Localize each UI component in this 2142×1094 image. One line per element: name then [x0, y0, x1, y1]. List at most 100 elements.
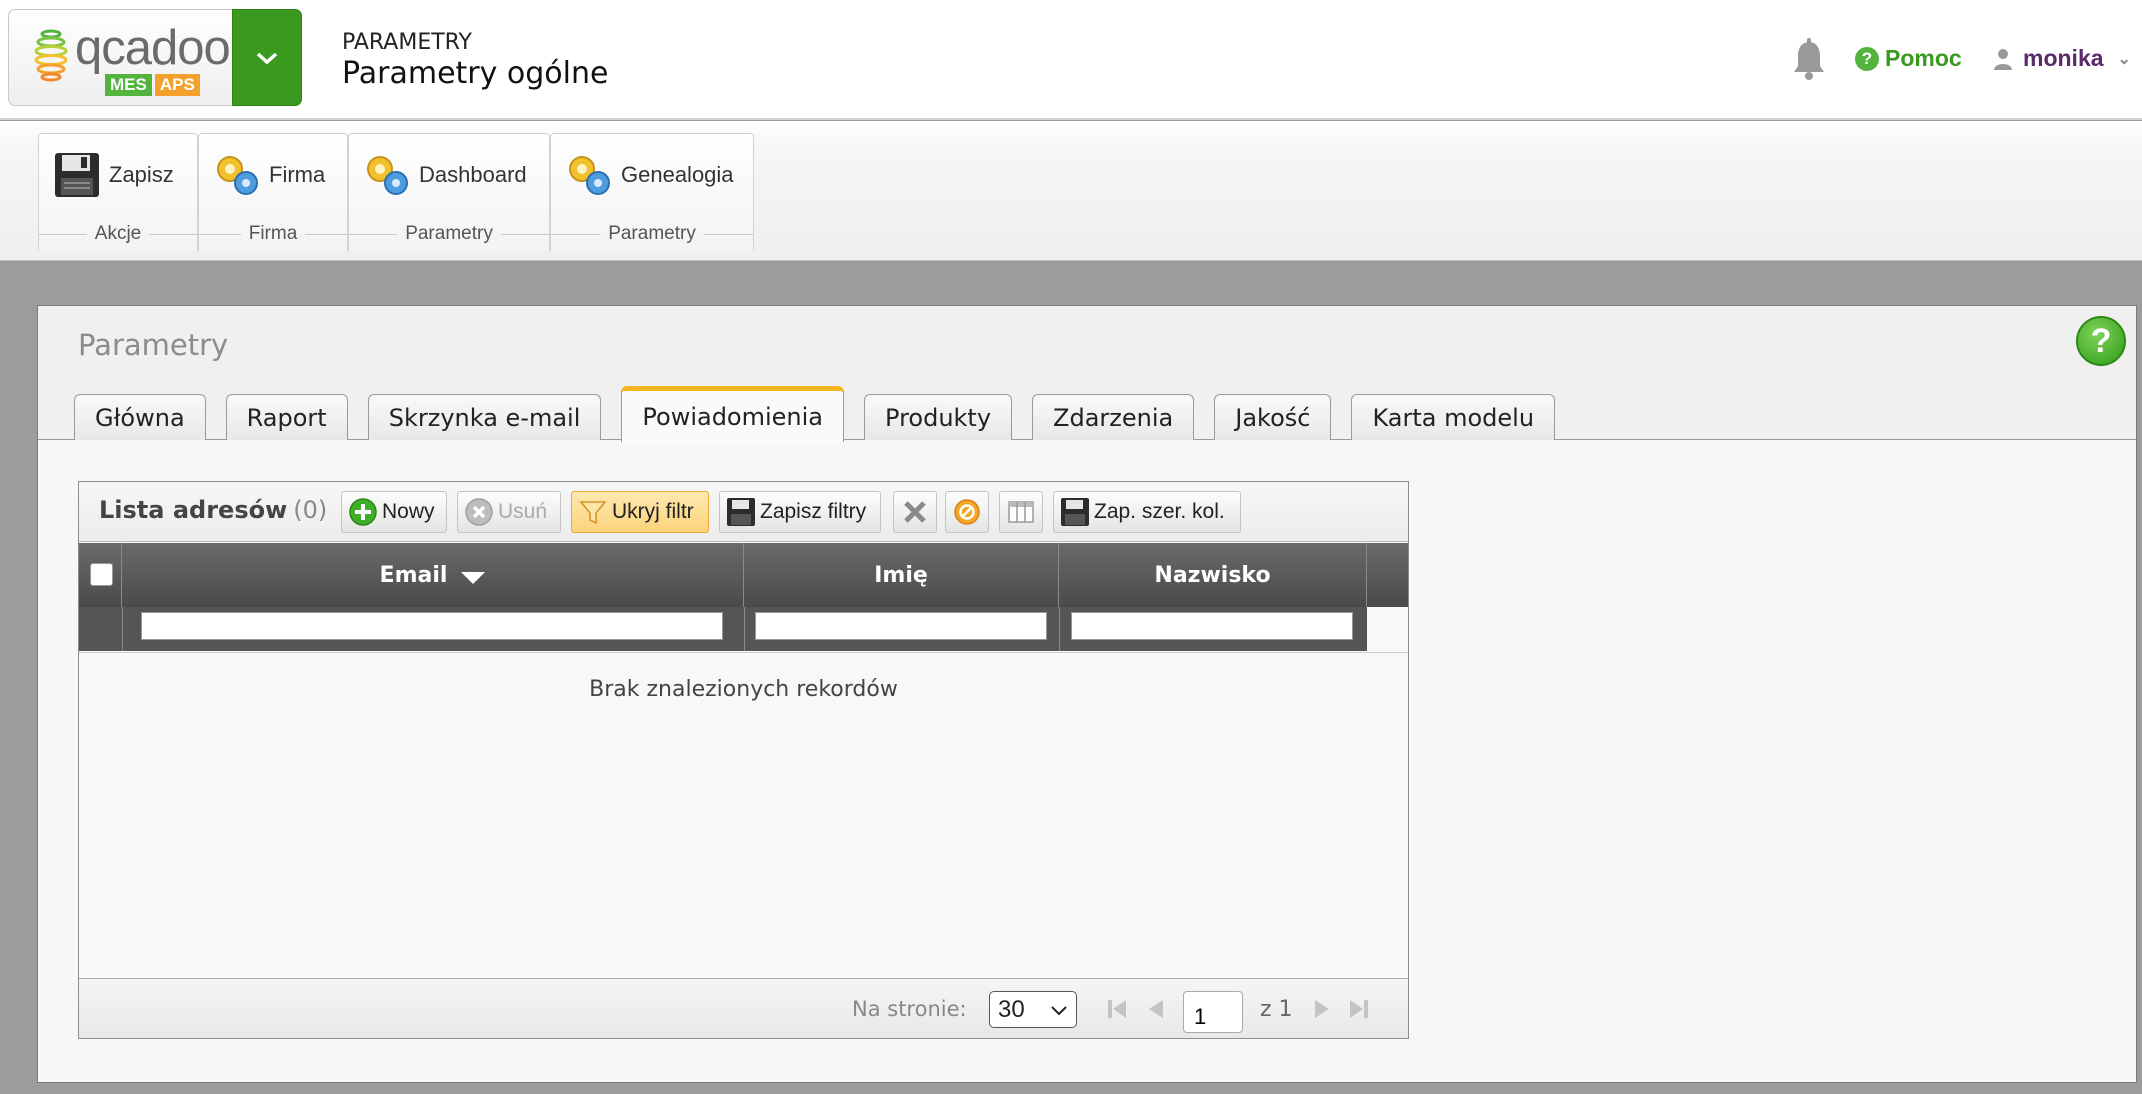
tab-powiadomienia[interactable]: Powiadomienia — [621, 386, 845, 442]
address-list-grid: Lista adresów (0) Nowy Usuń Ukryj filtr … — [78, 481, 1409, 1039]
save-filters-label: Zapisz filtry — [760, 500, 867, 523]
help-label: Pomoc — [1885, 45, 1962, 71]
page-title: Parametry ogólne — [342, 56, 609, 91]
panel-title: Parametry — [78, 328, 229, 362]
caret-down-icon: ⌄ — [2117, 50, 2131, 68]
grid-header-row: Email Imię Nazwisko — [79, 543, 1408, 607]
parameters-panel: Parametry ? Główna Raport Skrzynka e-mai… — [37, 305, 2137, 1083]
top-header: qcadoo MES APS PARAMETRY Parametry ogóln… — [0, 0, 2142, 120]
page-number-input[interactable] — [1183, 991, 1243, 1033]
ribbon-group-dashboard: Dashboard Parametry — [348, 133, 550, 251]
per-page-label: Na stronie: — [852, 997, 967, 1021]
first-page-icon[interactable] — [1105, 997, 1129, 1021]
delete-icon — [465, 498, 493, 526]
cancel-circle-icon — [954, 499, 980, 525]
gears-icon — [569, 156, 610, 195]
previous-page-icon[interactable] — [1143, 997, 1167, 1021]
close-icon — [904, 501, 926, 523]
email-filter-input[interactable] — [141, 612, 723, 640]
user-icon — [1994, 48, 2012, 70]
question-icon: ? — [1855, 46, 1879, 71]
new-label: Nowy — [382, 500, 435, 523]
panel-header: Parametry ? Główna Raport Skrzynka e-mai… — [38, 306, 2136, 442]
select-all-cell — [79, 543, 122, 607]
tab-zdarzenia[interactable]: Zdarzenia — [1032, 394, 1195, 440]
floppy-icon — [1061, 498, 1089, 526]
filter-icon — [579, 501, 607, 525]
select-all-checkbox[interactable] — [90, 563, 113, 586]
tab-karta-modelu[interactable]: Karta modelu — [1351, 394, 1556, 440]
sort-desc-icon — [461, 572, 486, 584]
column-header-email-label: Email — [379, 562, 448, 588]
column-divider — [1059, 607, 1060, 651]
delete-button[interactable]: Usuń — [457, 491, 561, 533]
page-total: z 1 — [1260, 997, 1293, 1022]
tab-skrzynka-email[interactable]: Skrzynka e-mail — [367, 394, 602, 440]
ribbon-group-genealogy: Genealogia Parametry — [550, 133, 754, 251]
help-link[interactable]: ? Pomoc — [1855, 45, 1962, 72]
grid-footer: Na stronie: 30 z 1 — [79, 978, 1408, 1038]
bell-icon[interactable] — [1791, 38, 1827, 82]
last-page-icon[interactable] — [1347, 997, 1371, 1021]
user-name: monika — [2023, 45, 2104, 71]
tab-glowna[interactable]: Główna — [74, 394, 206, 440]
genealogy-button[interactable]: Genealogia — [565, 150, 734, 200]
chevron-down-icon — [1051, 1005, 1067, 1015]
tab-jakosc[interactable]: Jakość — [1214, 394, 1332, 440]
imie-filter-input[interactable] — [755, 612, 1047, 640]
column-divider — [744, 607, 745, 651]
ribbon-group-actions: Zapisz Akcje — [38, 133, 198, 251]
clear-filter-button[interactable] — [893, 491, 937, 533]
new-button[interactable]: Nowy — [341, 491, 447, 533]
grid-caption: Lista adresów (0) — [99, 496, 327, 524]
chevron-down-icon — [256, 52, 278, 64]
hide-filter-button[interactable]: Ukryj filtr — [571, 491, 709, 533]
grid-record-count: (0) — [293, 496, 328, 524]
reset-button[interactable] — [945, 491, 989, 533]
columns-icon — [1008, 501, 1034, 523]
ribbon-group-company: Firma Firma — [198, 133, 348, 251]
company-label: Firma — [269, 162, 326, 187]
main-menu-toggle-button[interactable] — [232, 9, 302, 106]
grid-filter-row — [79, 607, 1408, 651]
nazwisko-filter-input[interactable] — [1071, 612, 1353, 640]
floppy-icon — [55, 153, 99, 197]
panel-help-icon[interactable]: ? — [2076, 316, 2126, 366]
dashboard-button[interactable]: Dashboard — [363, 150, 527, 200]
company-button[interactable]: Firma — [213, 150, 325, 200]
save-button[interactable]: Zapisz — [53, 150, 174, 200]
save-filters-button[interactable]: Zapisz filtry — [719, 491, 881, 533]
column-header-email[interactable]: Email — [122, 543, 744, 607]
dashboard-label: Dashboard — [419, 162, 527, 187]
save-label: Zapisz — [109, 162, 174, 187]
next-page-icon[interactable] — [1311, 997, 1335, 1021]
tab-raport[interactable]: Raport — [225, 394, 348, 440]
per-page-select[interactable]: 30 — [989, 991, 1077, 1028]
ribbon-group-label: Parametry — [349, 223, 549, 245]
per-page-value: 30 — [998, 995, 1025, 1023]
empty-message: Brak znalezionych rekordów — [589, 677, 898, 702]
save-column-width-label: Zap. szer. kol. — [1094, 500, 1225, 523]
grid-toolbar: Lista adresów (0) Nowy Usuń Ukryj filtr … — [79, 482, 1408, 542]
add-icon — [349, 498, 377, 526]
columns-button[interactable] — [999, 491, 1043, 533]
column-header-imie[interactable]: Imię — [744, 543, 1059, 607]
gears-icon — [367, 156, 408, 195]
floppy-icon — [727, 498, 755, 526]
logo-tags: MES APS — [105, 74, 200, 96]
page-section: PARAMETRY — [342, 30, 472, 55]
ribbon-toolbar: Zapisz Akcje Firma Firma Dashboard Param… — [0, 121, 2142, 261]
logo-mark-icon — [34, 29, 68, 82]
hide-filter-label: Ukryj filtr — [612, 500, 694, 523]
logo-tag-mes: MES — [105, 74, 152, 96]
tab-produkty[interactable]: Produkty — [864, 394, 1013, 440]
column-header-nazwisko[interactable]: Nazwisko — [1059, 543, 1367, 607]
logo-tag-aps: APS — [154, 74, 200, 96]
filter-row-spacer — [1367, 607, 1408, 651]
app-logo[interactable]: qcadoo MES APS — [8, 9, 234, 106]
save-column-width-button[interactable]: Zap. szer. kol. — [1053, 491, 1241, 533]
ribbon-group-label: Parametry — [551, 223, 753, 245]
user-menu[interactable]: monika ⌄ — [1993, 45, 2131, 72]
grid-caption-label: Lista adresów — [99, 496, 288, 524]
ribbon-group-label: Firma — [199, 223, 347, 245]
